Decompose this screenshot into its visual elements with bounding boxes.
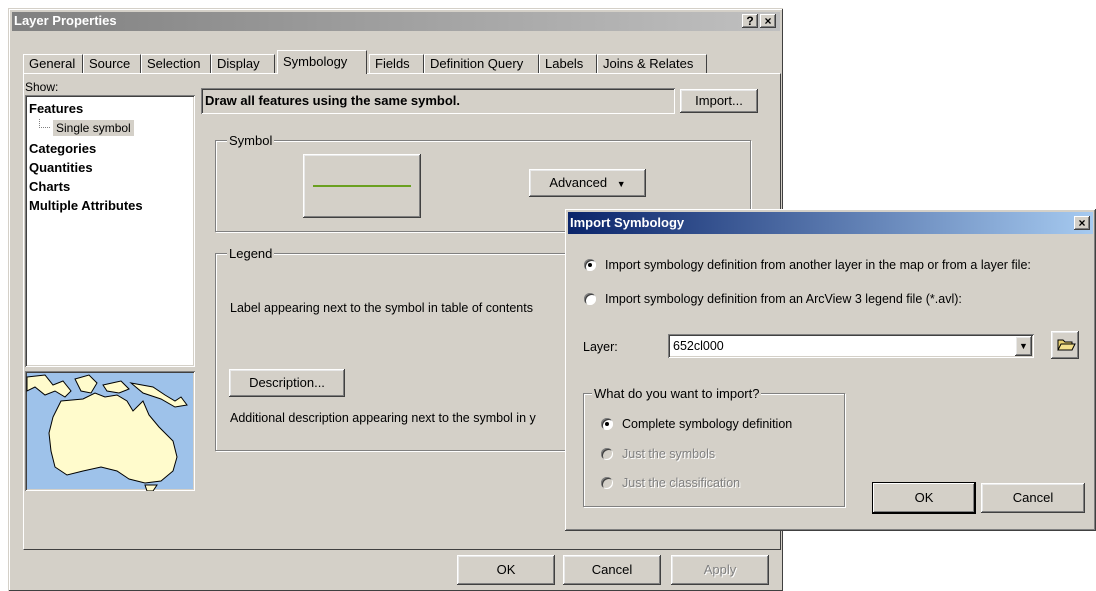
symbology-heading: Draw all features using the same symbol. <box>205 93 461 108</box>
option-import-from-layer[interactable]: Import symbology definition from another… <box>605 258 1031 272</box>
show-item-quantities[interactable]: Quantities <box>29 160 93 175</box>
description-button-label: Description... <box>249 375 325 390</box>
option-complete-definition[interactable]: Complete symbology definition <box>622 417 792 431</box>
option-just-classification[interactable]: Just the classification <box>622 476 740 490</box>
tab-fields[interactable]: Fields <box>369 54 424 73</box>
dialog-ok-button[interactable]: OK <box>873 483 975 513</box>
apply-button-label: Apply <box>703 562 737 577</box>
heading-box: Draw all features using the same symbol. <box>201 88 675 114</box>
show-item-charts[interactable]: Charts <box>29 179 70 194</box>
additional-description-text: Additional description appearing next to… <box>230 411 536 425</box>
tree-connector <box>39 119 50 128</box>
description-button[interactable]: Description... <box>229 369 345 397</box>
show-item-single-symbol[interactable]: Single symbol <box>53 120 134 136</box>
chevron-down-icon[interactable]: ▼ <box>1015 336 1032 356</box>
cancel-button-label: Cancel <box>591 562 633 577</box>
show-list[interactable]: Features Single symbol Categories Quanti… <box>25 95 195 367</box>
advanced-button[interactable]: Advanced ▼ <box>529 169 646 197</box>
radio-just-classification[interactable] <box>601 477 613 489</box>
ok-button[interactable]: OK <box>457 555 555 585</box>
layer-select[interactable]: 652cl000 ▼ <box>668 334 1034 358</box>
window-title: Layer Properties <box>14 13 117 28</box>
dialog-title-bar[interactable]: Import Symbology × <box>568 212 1093 234</box>
symbol-group-label: Symbol <box>227 133 275 148</box>
ok-button-label: OK <box>496 562 516 577</box>
radio-complete-definition[interactable] <box>601 418 613 430</box>
option-import-from-avl[interactable]: Import symbology definition from an ArcV… <box>605 292 962 306</box>
tab-selection[interactable]: Selection <box>141 54 211 73</box>
tab-source[interactable]: Source <box>83 54 141 73</box>
show-label: Show: <box>25 80 58 94</box>
label-description-text: Label appearing next to the symbol in ta… <box>230 301 533 315</box>
show-item-categories[interactable]: Categories <box>29 141 96 156</box>
apply-button[interactable]: Apply <box>671 555 769 585</box>
radio-just-symbols[interactable] <box>601 448 613 460</box>
australia-map-icon <box>26 373 193 491</box>
import-symbology-dialog: Import Symbology × Import symbology defi… <box>565 209 1096 531</box>
import-button[interactable]: Import... <box>680 89 758 113</box>
dialog-cancel-label: Cancel <box>1012 490 1054 505</box>
option-just-symbols[interactable]: Just the symbols <box>622 447 715 461</box>
tab-labels[interactable]: Labels <box>539 54 597 73</box>
dialog-ok-label: OK <box>914 490 934 505</box>
dropdown-arrow-icon: ▼ <box>616 179 626 189</box>
layer-label: Layer: <box>583 340 618 354</box>
radio-import-from-avl[interactable] <box>584 293 596 305</box>
folder-open-icon <box>1057 339 1076 351</box>
show-item-features[interactable]: Features <box>29 101 83 116</box>
advanced-button-label: Advanced <box>549 175 608 190</box>
dialog-close-button[interactable]: × <box>1074 216 1090 230</box>
cancel-button[interactable]: Cancel <box>563 555 661 585</box>
show-label-text: Show: <box>25 80 59 94</box>
tab-joins-relates[interactable]: Joins & Relates <box>597 54 707 73</box>
tab-definition-query[interactable]: Definition Query <box>424 54 539 73</box>
help-button[interactable]: ? <box>742 14 758 28</box>
radio-import-from-layer[interactable] <box>584 259 596 271</box>
line-symbol <box>313 185 411 187</box>
dialog-cancel-button[interactable]: Cancel <box>981 483 1085 513</box>
map-preview <box>25 371 195 491</box>
open-folder-button[interactable] <box>1051 331 1079 359</box>
what-to-import-label: What do you want to import? <box>592 386 762 401</box>
tab-general[interactable]: General <box>23 54 83 73</box>
title-bar[interactable]: Layer Properties ? × <box>12 12 780 31</box>
close-button[interactable]: × <box>760 14 776 28</box>
tab-display[interactable]: Display <box>211 54 275 73</box>
show-item-multiple-attributes[interactable]: Multiple Attributes <box>29 198 143 213</box>
legend-group-label: Legend <box>227 246 275 261</box>
symbol-preview-button[interactable] <box>303 154 421 218</box>
import-button-label: Import... <box>695 93 743 108</box>
layer-select-value: 652cl000 <box>673 339 724 353</box>
tab-symbology[interactable]: Symbology <box>277 50 367 74</box>
dialog-title: Import Symbology <box>570 215 685 230</box>
